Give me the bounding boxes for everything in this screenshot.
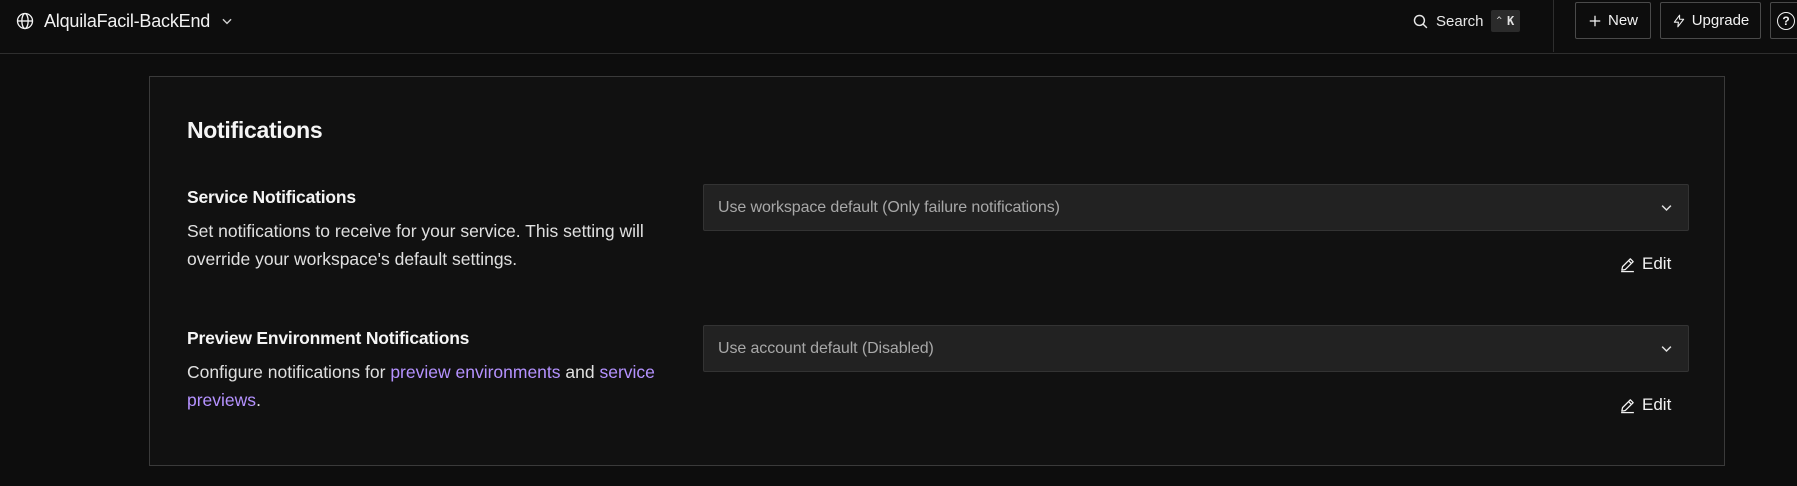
chevron-down-icon bbox=[1659, 200, 1674, 215]
pencil-icon bbox=[1619, 256, 1636, 273]
desc-text: Configure notifications for bbox=[187, 362, 391, 382]
search-shortcut: ^ K bbox=[1490, 10, 1521, 32]
help-button[interactable]: ? bbox=[1770, 2, 1797, 39]
notifications-card: Notifications Service Notifications Set … bbox=[149, 76, 1725, 466]
globe-icon bbox=[16, 12, 34, 30]
chevron-down-icon bbox=[220, 14, 234, 28]
new-label: New bbox=[1607, 12, 1638, 29]
desc-text: . bbox=[256, 390, 261, 410]
pencil-icon bbox=[1619, 397, 1636, 414]
edit-label: Edit bbox=[1642, 254, 1672, 273]
preview-notifications-edit-button[interactable]: Edit bbox=[1619, 393, 1671, 417]
top-bar: AlquilaFacil-BackEnd Search ^ K New Upgr… bbox=[0, 0, 1797, 54]
service-notifications-description: Set notifications to receive for your se… bbox=[187, 221, 644, 269]
chevron-down-icon bbox=[1659, 341, 1674, 356]
service-notifications-select[interactable]: Use workspace default (Only failure noti… bbox=[703, 184, 1689, 231]
shortcut-modifier: ^ bbox=[1496, 16, 1502, 26]
help-icon: ? bbox=[1777, 11, 1795, 30]
search-icon bbox=[1412, 13, 1429, 30]
service-notifications-value: Use workspace default (Only failure noti… bbox=[718, 198, 1060, 216]
preview-notifications-description: Configure notifications for preview envi… bbox=[187, 358, 657, 414]
shortcut-key: K bbox=[1506, 14, 1515, 28]
search-button[interactable]: Search ^ K bbox=[1412, 9, 1521, 33]
header-divider bbox=[1553, 0, 1554, 52]
service-notifications-title: Service Notifications bbox=[187, 187, 356, 207]
card-title: Notifications bbox=[187, 117, 323, 143]
project-switcher[interactable]: AlquilaFacil-BackEnd bbox=[16, 0, 234, 42]
lightning-icon bbox=[1672, 13, 1686, 29]
service-notifications-edit-button[interactable]: Edit bbox=[1619, 252, 1671, 276]
search-label: Search bbox=[1436, 12, 1484, 30]
preview-notifications-title: Preview Environment Notifications bbox=[187, 328, 470, 348]
edit-label: Edit bbox=[1642, 395, 1672, 414]
plus-icon bbox=[1588, 14, 1602, 28]
preview-notifications-select[interactable]: Use account default (Disabled) bbox=[703, 325, 1689, 372]
desc-text: and bbox=[560, 362, 600, 382]
project-name: AlquilaFacil-BackEnd bbox=[44, 10, 211, 31]
preview-notifications-value: Use account default (Disabled) bbox=[718, 339, 934, 357]
new-button[interactable]: New bbox=[1575, 2, 1651, 39]
upgrade-label: Upgrade bbox=[1691, 12, 1750, 29]
upgrade-button[interactable]: Upgrade bbox=[1660, 2, 1761, 39]
preview-environments-link[interactable]: preview environments bbox=[390, 362, 560, 382]
